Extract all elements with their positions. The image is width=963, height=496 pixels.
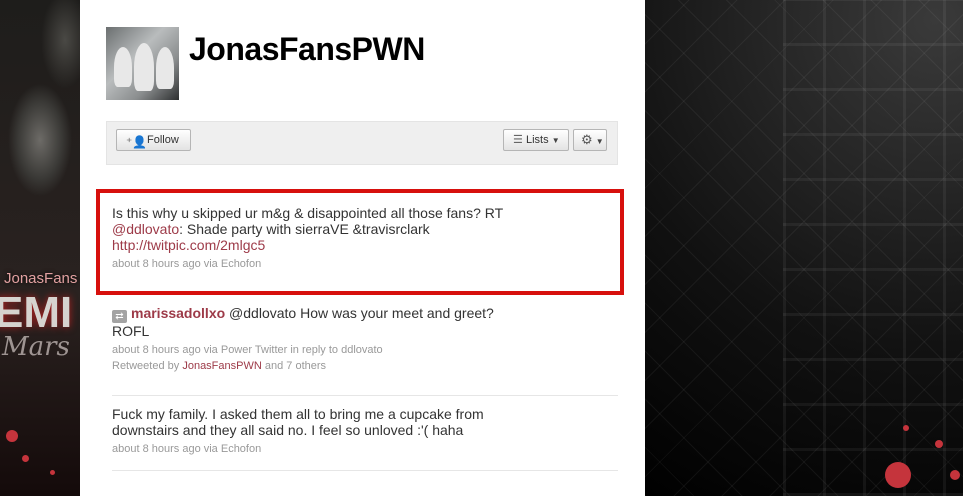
tweet-text: Is this why u skipped ur m&g & disappoin… (112, 205, 592, 253)
tweet-text: ⇄ marissadollxo @ddlovato How was your me… (112, 305, 592, 339)
avatar[interactable] (106, 27, 179, 100)
tweet-item: ⇄ marissadollxo @ddlovato How was your me… (112, 305, 592, 374)
retweet-prefix: Retweeted by (112, 360, 180, 372)
mention-link[interactable]: @ddlovato (112, 221, 179, 237)
decor-dot (50, 470, 55, 475)
retweeter-link[interactable]: JonasFansPWN (182, 360, 261, 372)
lists-button[interactable]: ☰ Lists ▼ (503, 129, 569, 151)
tweet-text-line: Is this why u skipped ur m&g & disappoin… (112, 205, 504, 221)
tweet-url-link[interactable]: http://twitpic.com/2mlgc5 (112, 237, 265, 253)
tweet-meta[interactable]: about 8 hours ago via Echofon (112, 441, 592, 457)
decor-dot (22, 455, 29, 462)
left-background-art: JonasFans EMI Mars (0, 0, 80, 496)
gear-icon: ⚙ (581, 132, 593, 147)
tweet-text-line: Fuck my family. I asked them all to brin… (112, 406, 484, 422)
lists-button-label: Lists (526, 134, 549, 146)
tweet-text-line: downstairs and they all said no. I feel … (112, 422, 464, 438)
follow-button[interactable]: ⁺👤 Follow (116, 129, 191, 151)
decor-dot (950, 470, 960, 480)
divider (112, 395, 618, 396)
background-script-text: Mars (2, 332, 70, 362)
tweet-author-link[interactable]: marissadollxo (131, 305, 225, 321)
tweet-text-line: : Shade party with sierraVE &travisrclar… (179, 221, 430, 237)
avatar-figure (134, 43, 154, 91)
decor-dot (903, 425, 909, 431)
retweet-suffix: and 7 others (264, 360, 327, 372)
settings-button[interactable]: ⚙ ▼ (573, 129, 607, 151)
profile-screen-name: JonasFansPWN (189, 31, 425, 67)
retweet-icon: ⇄ (112, 310, 127, 323)
main-column: JonasFansPWN ⁺👤 Follow ☰ Lists ▼ ⚙ ▼ Is … (80, 0, 645, 496)
decor-dot (6, 430, 18, 442)
tweet-item: Fuck my family. I asked them all to brin… (112, 406, 592, 457)
background-grid-pattern (783, 0, 963, 496)
decor-dot (885, 462, 911, 488)
tweet-text: Fuck my family. I asked them all to brin… (112, 406, 592, 438)
background-overlay-text: JonasFans (4, 270, 78, 287)
tweet-item: Is this why u skipped ur m&g & disappoin… (112, 205, 592, 272)
tweet-text-line: ROFL (112, 323, 150, 339)
follow-button-label: Follow (147, 134, 179, 146)
chevron-down-icon: ▼ (595, 137, 604, 146)
avatar-figure (156, 47, 174, 89)
tweet-meta[interactable]: about 8 hours ago via Echofon (112, 256, 592, 272)
profile-action-bar: ⁺👤 Follow ☰ Lists ▼ ⚙ ▼ (106, 121, 618, 165)
retweet-info: Retweeted by JonasFansPWN and 7 others (112, 358, 592, 374)
add-user-icon: ⁺👤 (126, 135, 148, 149)
chevron-down-icon: ▼ (551, 136, 560, 145)
divider (112, 470, 618, 471)
tweet-meta[interactable]: about 8 hours ago via Power Twitter in r… (112, 342, 592, 358)
background-big-text: EMI (0, 288, 73, 337)
decor-dot (935, 440, 943, 448)
list-icon: ☰ (513, 134, 523, 146)
avatar-figure (114, 47, 132, 87)
right-background-art (645, 0, 963, 496)
tweet-text-line: @ddlovato How was your meet and greet? (229, 305, 494, 321)
